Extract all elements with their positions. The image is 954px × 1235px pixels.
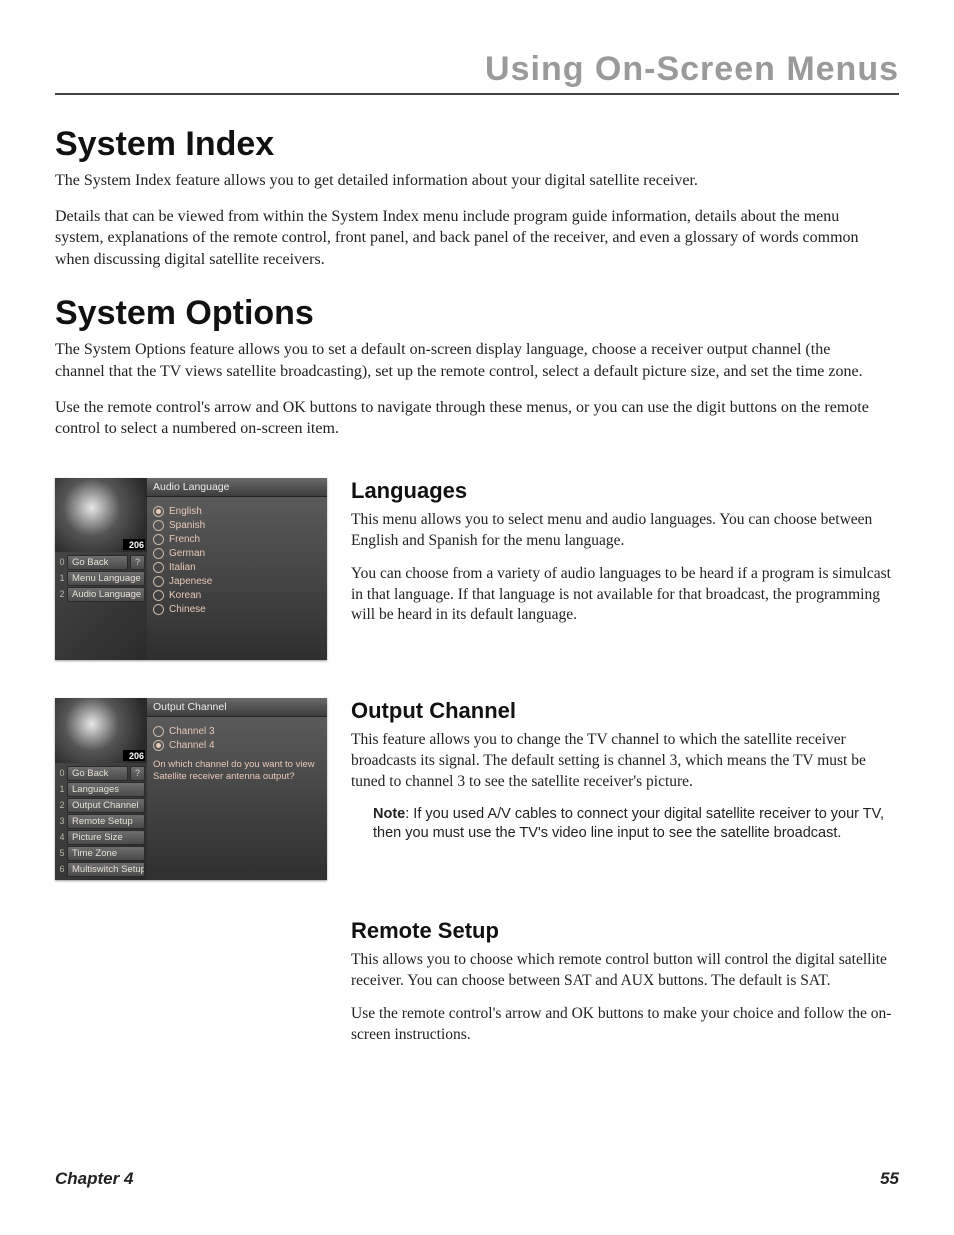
menu-number: 6 xyxy=(57,862,67,877)
menu-button: Go Back xyxy=(67,555,128,570)
panel-title-audio-language: Audio Language xyxy=(147,478,327,497)
menu-number: 0 xyxy=(57,766,67,781)
menu-number: 1 xyxy=(57,782,67,797)
screenshot-placeholder xyxy=(55,918,327,919)
menu-button: Remote Setup xyxy=(67,814,145,829)
radio-option: Channel 3 xyxy=(153,726,321,737)
menu-row: 1Menu Language xyxy=(57,571,145,586)
page-header-title: Using On-Screen Menus xyxy=(55,50,899,95)
output-channel-p1: This feature allows you to change the TV… xyxy=(351,730,899,793)
radio-icon xyxy=(153,548,164,559)
radio-icon xyxy=(153,590,164,601)
footer-chapter: Chapter 4 xyxy=(55,1169,133,1189)
menu-row: 1Languages xyxy=(57,782,145,797)
radio-label: Japenese xyxy=(169,576,212,587)
system-index-p1: The System Index feature allows you to g… xyxy=(55,170,875,192)
menu-button: Languages xyxy=(67,782,145,797)
radio-option: German xyxy=(153,548,321,559)
radio-option: Spanish xyxy=(153,520,321,531)
heading-system-index: System Index xyxy=(55,125,899,164)
menu-number: 3 xyxy=(57,814,67,829)
radio-icon xyxy=(153,604,164,615)
radio-option: Italian xyxy=(153,562,321,573)
menu-number: 1 xyxy=(57,571,67,586)
radio-icon xyxy=(153,562,164,573)
languages-p1: This menu allows you to select menu and … xyxy=(351,510,899,552)
radio-label: Italian xyxy=(169,562,196,573)
radio-icon xyxy=(153,576,164,587)
heading-output-channel: Output Channel xyxy=(351,698,899,724)
radio-option: Channel 4 xyxy=(153,740,321,751)
menu-number: 2 xyxy=(57,587,67,602)
radio-icon xyxy=(153,534,164,545)
menu-button: Output Channel xyxy=(67,798,145,813)
radio-label: Spanish xyxy=(169,520,205,531)
help-button: ? xyxy=(130,555,145,570)
menu-row: 4Picture Size xyxy=(57,830,145,845)
menu-button: Multiswitch Setup xyxy=(67,862,145,877)
radio-label: Korean xyxy=(169,590,201,601)
remote-setup-p2: Use the remote control's arrow and OK bu… xyxy=(351,1004,899,1046)
menu-row: 0Go Back? xyxy=(57,766,145,781)
radio-label: Chinese xyxy=(169,604,206,615)
preview-thumb: 206 xyxy=(55,478,147,552)
help-button: ? xyxy=(130,766,145,781)
menu-button: Go Back xyxy=(67,766,128,781)
heading-languages: Languages xyxy=(351,478,899,504)
system-options-p2: Use the remote control's arrow and OK bu… xyxy=(55,397,875,440)
menu-button: Picture Size xyxy=(67,830,145,845)
menu-row: 2Output Channel xyxy=(57,798,145,813)
menu-row: 0Go Back? xyxy=(57,555,145,570)
radio-label: German xyxy=(169,548,205,559)
footer-page-number: 55 xyxy=(880,1169,899,1189)
radio-option: Korean xyxy=(153,590,321,601)
radio-icon xyxy=(153,726,164,737)
menu-row: 3Remote Setup xyxy=(57,814,145,829)
radio-label: Channel 4 xyxy=(169,740,215,751)
radio-label: French xyxy=(169,534,200,545)
screenshot-audio-language: 206 0Go Back?1Menu Language2Audio Langua… xyxy=(55,478,327,660)
menu-number: 0 xyxy=(57,555,67,570)
menu-number: 4 xyxy=(57,830,67,845)
menu-button: Audio Language xyxy=(67,587,145,602)
preview-thumb: 206 xyxy=(55,698,147,763)
radio-icon xyxy=(153,740,164,751)
menu-row: 5Time Zone xyxy=(57,846,145,861)
menu-button: Time Zone xyxy=(67,846,145,861)
radio-option: English xyxy=(153,506,321,517)
radio-label: Channel 3 xyxy=(169,726,215,737)
output-channel-note: Note: If you used A/V cables to connect … xyxy=(373,805,899,844)
note-label: Note xyxy=(373,806,405,822)
radio-icon xyxy=(153,520,164,531)
note-text: : If you used A/V cables to connect your… xyxy=(373,806,884,842)
radio-option: Chinese xyxy=(153,604,321,615)
radio-icon xyxy=(153,506,164,517)
menu-row: 6Multiswitch Setup xyxy=(57,862,145,877)
panel-hint: On which channel do you want to view Sat… xyxy=(153,759,321,783)
menu-number: 2 xyxy=(57,798,67,813)
menu-button: Menu Language xyxy=(67,571,145,586)
channel-number: 206 xyxy=(129,751,144,761)
heading-remote-setup: Remote Setup xyxy=(351,918,899,944)
panel-title-output-channel: Output Channel xyxy=(147,698,327,717)
radio-option: Japenese xyxy=(153,576,321,587)
menu-row: 2Audio Language xyxy=(57,587,145,602)
menu-number: 5 xyxy=(57,846,67,861)
system-index-p2: Details that can be viewed from within t… xyxy=(55,206,875,271)
system-options-p1: The System Options feature allows you to… xyxy=(55,339,875,382)
radio-label: English xyxy=(169,506,202,517)
radio-option: French xyxy=(153,534,321,545)
channel-number: 206 xyxy=(129,540,144,550)
screenshot-output-channel: 206 0Go Back?1Languages2Output Channel3R… xyxy=(55,698,327,880)
heading-system-options: System Options xyxy=(55,294,899,333)
languages-p2: You can choose from a variety of audio l… xyxy=(351,564,899,627)
remote-setup-p1: This allows you to choose which remote c… xyxy=(351,950,899,992)
